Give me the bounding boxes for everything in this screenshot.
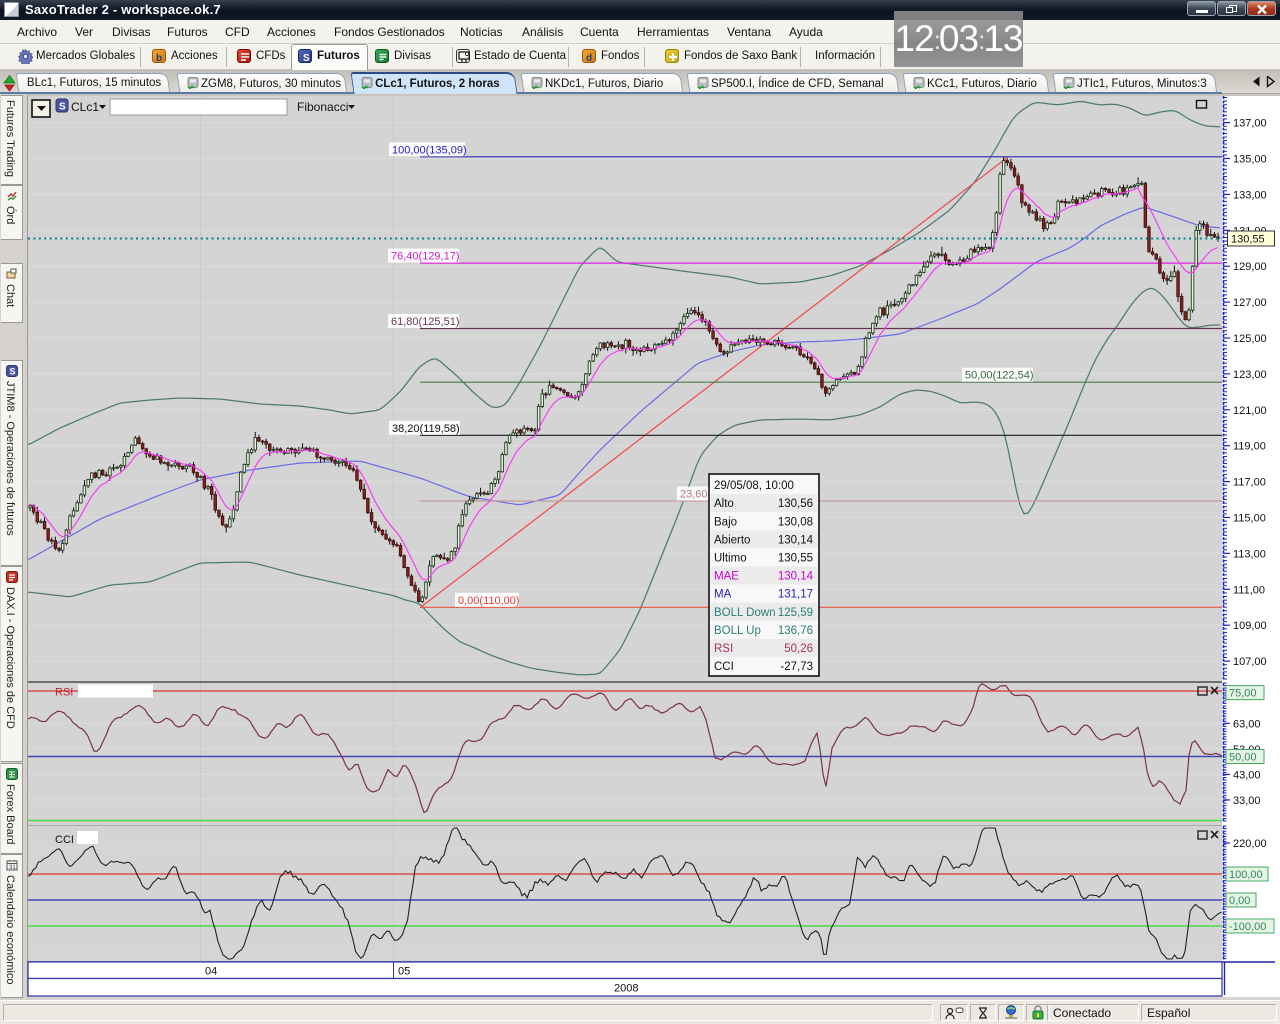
svg-text:125,59: 125,59 [778, 607, 813, 619]
svg-text:23,60(: 23,60( [680, 489, 712, 501]
svg-text:113,00: 113,00 [1233, 548, 1266, 560]
svg-text:Bajo: Bajo [714, 516, 737, 528]
svg-text:0,00(110,00): 0,00(110,00) [458, 595, 520, 607]
svg-text:43,00: 43,00 [1233, 769, 1261, 781]
svg-text:137,00: 137,00 [1233, 118, 1267, 130]
svg-text:BOLL Down: BOLL Down [714, 607, 776, 619]
svg-text:S: S [10, 367, 16, 377]
svg-text:135,00: 135,00 [1233, 154, 1267, 166]
svg-text:Alto: Alto [714, 498, 734, 510]
svg-text:129,00: 129,00 [1233, 261, 1267, 273]
svg-text:127,00: 127,00 [1233, 297, 1267, 309]
svg-text:117,00: 117,00 [1233, 477, 1266, 489]
svg-text:100,00(135,09): 100,00(135,09) [392, 144, 467, 156]
svg-text:Abierto: Abierto [714, 534, 750, 546]
svg-text:50,00: 50,00 [1229, 752, 1257, 764]
svg-text:133,00: 133,00 [1233, 189, 1267, 201]
svg-text:125,00: 125,00 [1233, 333, 1267, 345]
svg-text:CCI: CCI [55, 834, 74, 846]
svg-text:136,76: 136,76 [778, 625, 813, 637]
svg-text:119,00: 119,00 [1233, 441, 1266, 453]
svg-text:S: S [303, 53, 310, 64]
svg-text:31: 31 [9, 865, 16, 871]
svg-text:04: 04 [205, 966, 217, 978]
svg-text:76,40(129,17): 76,40(129,17) [391, 251, 460, 263]
svg-text:115,00: 115,00 [1233, 513, 1266, 525]
svg-text:111,00: 111,00 [1233, 584, 1265, 596]
svg-text:CLc1: CLc1 [71, 100, 99, 114]
svg-text:131,17: 131,17 [778, 589, 813, 601]
svg-text:63,00: 63,00 [1233, 718, 1261, 730]
svg-text:100,00: 100,00 [1229, 869, 1263, 881]
svg-text:29/05/08, 10:00: 29/05/08, 10:00 [714, 480, 794, 492]
svg-text:123,00: 123,00 [1233, 369, 1267, 381]
svg-text:RSI: RSI [714, 643, 733, 655]
svg-text:50,00(122,54): 50,00(122,54) [965, 370, 1034, 382]
svg-text:130,55: 130,55 [778, 553, 813, 565]
svg-text:109,00: 109,00 [1233, 620, 1267, 632]
svg-text:Fibonacci: Fibonacci [297, 100, 348, 114]
svg-text:RSI: RSI [55, 687, 73, 699]
svg-text:d: d [586, 53, 592, 64]
svg-text:121,00: 121,00 [1233, 405, 1267, 417]
svg-text:Ultimo: Ultimo [714, 553, 747, 565]
svg-text:MAE: MAE [714, 571, 739, 583]
svg-text:33,00: 33,00 [1233, 795, 1261, 807]
svg-text:2008: 2008 [614, 983, 638, 995]
svg-text:130,08: 130,08 [778, 516, 813, 528]
svg-text:0,00: 0,00 [1229, 895, 1250, 907]
svg-text:b: b [156, 53, 162, 64]
svg-text:05: 05 [398, 966, 410, 978]
svg-text:38,20(119,58): 38,20(119,58) [392, 423, 460, 435]
svg-text:130,14: 130,14 [778, 571, 814, 583]
svg-text:S: S [59, 102, 66, 113]
svg-text:107,00: 107,00 [1233, 656, 1267, 668]
svg-text:BOLL Up: BOLL Up [714, 625, 761, 637]
svg-text:MA: MA [714, 589, 732, 601]
svg-text:-100,00: -100,00 [1229, 921, 1266, 933]
svg-text:61,80(125,51): 61,80(125,51) [391, 316, 460, 328]
svg-text:CCI: CCI [714, 661, 734, 673]
svg-text:50,26: 50,26 [784, 643, 813, 655]
svg-text:220,00: 220,00 [1233, 838, 1267, 850]
svg-text:75,00: 75,00 [1229, 688, 1257, 700]
svg-text:130,55: 130,55 [1231, 234, 1265, 246]
svg-text:-27,73: -27,73 [780, 661, 813, 673]
svg-text:130,14: 130,14 [778, 534, 814, 546]
svg-text:130,56: 130,56 [778, 498, 813, 510]
